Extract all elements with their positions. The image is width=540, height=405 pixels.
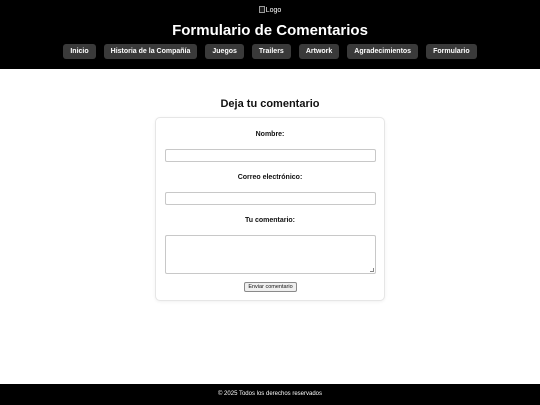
page: Logo Formulario de Comentarios Inicio Hi…: [0, 0, 540, 405]
page-title: Formulario de Comentarios: [172, 22, 368, 39]
name-input[interactable]: [165, 149, 376, 162]
nav-item-historia[interactable]: Historia de la Compañía: [103, 44, 198, 59]
nav-item-artwork[interactable]: Artwork: [298, 44, 340, 59]
email-label: Correo electrónico:: [237, 174, 303, 181]
submit-button[interactable]: Enviar comentario: [244, 282, 297, 292]
site-header: Logo Formulario de Comentarios Inicio Hi…: [0, 0, 540, 69]
resize-handle-icon[interactable]: [370, 268, 374, 272]
nav-item-trailers[interactable]: Trailers: [251, 44, 291, 59]
nav-item-inicio[interactable]: Inicio: [63, 44, 96, 59]
comment-label: Tu comentario:: [244, 217, 296, 224]
site-footer: © 2025 Todos los derechos reservados: [0, 384, 540, 405]
email-input[interactable]: [165, 192, 376, 205]
broken-image-icon: [258, 6, 265, 13]
nav-item-formulario[interactable]: Formulario: [426, 44, 477, 59]
comment-form: Nombre: Correo electrónico: Tu comentari…: [155, 117, 385, 301]
form-heading: Deja tu comentario: [220, 98, 320, 110]
main-nav: Inicio Historia de la Compañía Juegos Tr…: [0, 44, 540, 59]
nav-item-agradecimientos[interactable]: Agradecimientos: [347, 44, 419, 59]
name-label: Nombre:: [255, 131, 285, 138]
logo: Logo: [0, 6, 540, 15]
nav-item-juegos[interactable]: Juegos: [205, 44, 244, 59]
copyright-text: © 2025 Todos los derechos reservados: [217, 391, 323, 397]
logo-alt-text: Logo: [265, 7, 282, 14]
comment-textarea[interactable]: [165, 235, 376, 274]
